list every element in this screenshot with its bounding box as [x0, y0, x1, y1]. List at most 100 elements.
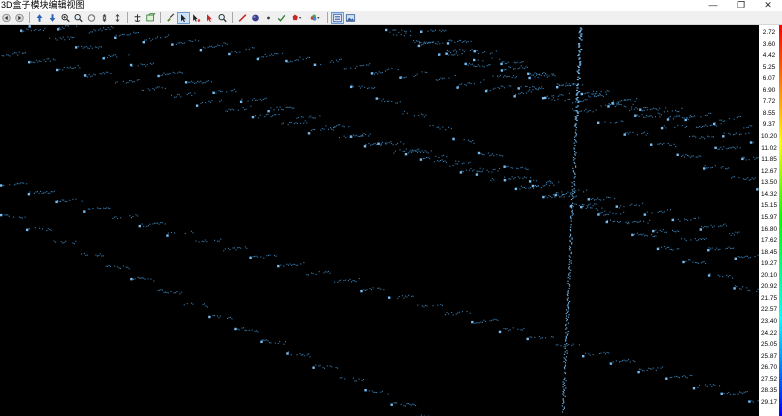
point [722, 135, 725, 138]
point-pick-button[interactable] [190, 12, 203, 24]
point [360, 289, 363, 293]
point [178, 94, 180, 96]
point [652, 229, 655, 233]
point [634, 205, 636, 207]
vertical-trace-point [571, 238, 573, 240]
point [261, 339, 263, 341]
rotate-button[interactable] [85, 12, 98, 24]
point [671, 376, 673, 378]
point [649, 368, 651, 370]
point [489, 320, 491, 322]
point [105, 265, 107, 267]
point [612, 212, 614, 214]
point [116, 56, 118, 58]
point [602, 95, 604, 97]
shape-menu-button[interactable] [288, 12, 306, 24]
close-button[interactable]: ✕ [754, 0, 782, 11]
point [83, 210, 86, 213]
select-pointer-button[interactable] [177, 11, 190, 24]
maximize-button[interactable]: ❐ [727, 0, 755, 11]
point [588, 92, 590, 94]
point [326, 365, 328, 367]
point [513, 68, 515, 70]
point [192, 81, 194, 83]
fit-height-button[interactable] [111, 12, 124, 24]
point [645, 234, 647, 236]
point [132, 216, 134, 218]
move-down-button[interactable] [46, 12, 59, 24]
point [612, 361, 614, 363]
red-pointer-button[interactable] [203, 12, 216, 24]
point [142, 41, 145, 44]
edit-brush-button[interactable] [164, 12, 177, 24]
search-button[interactable] [216, 12, 229, 24]
move-up-button[interactable] [33, 12, 46, 24]
point [217, 44, 219, 46]
point [315, 273, 317, 275]
point-cloud-view[interactable] [0, 25, 759, 416]
point [212, 314, 214, 316]
scroll-right-button[interactable] [13, 12, 26, 24]
minimize-button[interactable]: — [699, 0, 727, 11]
point-cloud-canvas[interactable] [0, 25, 759, 416]
box-view-button[interactable] [144, 12, 157, 24]
point [49, 192, 51, 194]
point [488, 171, 490, 173]
point [663, 125, 665, 127]
point [145, 65, 147, 67]
point [721, 148, 723, 150]
point [728, 246, 730, 248]
point [251, 329, 253, 331]
point [609, 197, 611, 199]
point [747, 289, 749, 291]
point [8, 215, 10, 217]
zoom-button[interactable] [72, 12, 85, 24]
point [656, 231, 658, 233]
image-button[interactable] [344, 12, 357, 24]
point [463, 139, 465, 141]
point [215, 45, 217, 47]
point [446, 161, 448, 163]
point [167, 232, 169, 234]
point [65, 240, 67, 242]
point [245, 108, 247, 110]
small-dot-button[interactable] [262, 12, 275, 24]
point [537, 77, 539, 79]
point [478, 170, 480, 172]
point [749, 401, 751, 403]
point-pick-icon [193, 13, 201, 22]
anchor-button[interactable] [131, 12, 144, 24]
draw-line-button[interactable] [236, 12, 249, 24]
point [449, 165, 451, 167]
point [740, 392, 742, 394]
vertical-trace-point [566, 350, 568, 352]
point [235, 91, 237, 93]
point [103, 207, 105, 209]
point [100, 208, 102, 210]
point [531, 336, 533, 338]
fit-vertical-button[interactable] [98, 12, 111, 24]
point [426, 305, 428, 307]
point [719, 385, 721, 387]
point [661, 246, 663, 248]
point [423, 116, 425, 118]
point [372, 87, 374, 89]
point [565, 85, 567, 87]
layers-button[interactable] [331, 11, 344, 24]
zoom-in-button[interactable] [59, 12, 72, 24]
toolbar [0, 11, 782, 25]
point [642, 233, 644, 235]
point [570, 192, 572, 194]
point [588, 204, 590, 206]
point [143, 90, 145, 92]
vertical-trace-point [563, 367, 566, 369]
point [568, 92, 570, 94]
color-menu-button[interactable] [306, 12, 324, 24]
check-button[interactable] [275, 12, 288, 24]
sphere-button[interactable] [249, 12, 262, 24]
point [433, 30, 435, 32]
point [565, 82, 567, 84]
scroll-left-button[interactable] [0, 12, 13, 24]
vertical-trace-point [564, 377, 566, 379]
point [633, 108, 635, 110]
